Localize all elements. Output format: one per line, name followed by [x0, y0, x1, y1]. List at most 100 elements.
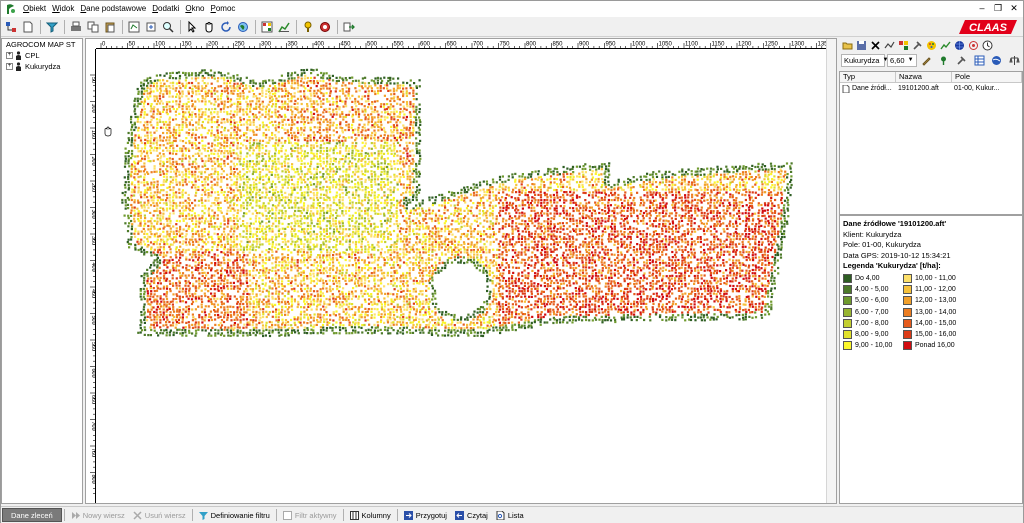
- read-button[interactable]: Czytaj: [451, 508, 492, 522]
- read-icon: [454, 510, 464, 520]
- restore-button[interactable]: ❐: [991, 2, 1005, 14]
- menu-dane-podstawowe[interactable]: Dane podstawowe: [77, 1, 149, 17]
- ruler-label: 900: [579, 42, 590, 48]
- tab-dane-zlecen[interactable]: Dane zleceń: [2, 508, 62, 522]
- legend-swatch: [903, 284, 912, 294]
- new-row-button[interactable]: Nowy wiersz: [67, 508, 129, 522]
- crop-select[interactable]: Kukurydza ▼: [841, 53, 888, 67]
- new-document-icon[interactable]: [20, 19, 36, 35]
- right-panel: Kukurydza ▼ 6,60 ▼ Typ Nazwa Pole Dane ź…: [839, 38, 1023, 504]
- clock-icon[interactable]: [981, 39, 994, 52]
- cell-text: Dane źródł...: [852, 85, 892, 92]
- list-icon: [496, 510, 505, 520]
- tree-root[interactable]: AGROCOM MAP ST: [2, 39, 82, 50]
- tree-item-label: Kukurydza: [25, 62, 61, 71]
- yield-points-layer: [121, 68, 793, 338]
- legend-entry: 11,00 - 12,00: [903, 284, 963, 295]
- legend-entry: 14,00 - 15,00: [903, 318, 963, 329]
- ruler-label: 250: [235, 42, 246, 48]
- expand-icon[interactable]: +: [6, 63, 13, 70]
- tools-icon[interactable]: [911, 39, 924, 52]
- ruler-label: 350: [288, 42, 299, 48]
- globe-icon[interactable]: [953, 39, 966, 52]
- hand-pan-icon[interactable]: [201, 19, 217, 35]
- export-icon[interactable]: [341, 19, 357, 35]
- legend-entry: 4,00 - 5,00: [843, 284, 903, 295]
- menu-pomoc[interactable]: Pomoc: [208, 1, 239, 17]
- delete-icon[interactable]: [869, 39, 882, 52]
- tools-icon[interactable]: [954, 52, 969, 68]
- save-icon[interactable]: [855, 39, 868, 52]
- map-page-icon[interactable]: [126, 19, 142, 35]
- copy-icon[interactable]: [85, 19, 101, 35]
- toolbar-separator: [63, 509, 65, 521]
- pin-icon[interactable]: [937, 52, 952, 68]
- palette-icon[interactable]: [925, 39, 938, 52]
- legend-column-right: 10,00 - 11,00 11,00 - 12,00 12,00 - 13,00 1…: [903, 273, 963, 352]
- expand-icon[interactable]: +: [6, 52, 13, 59]
- print-icon[interactable]: [68, 19, 84, 35]
- legend-swatch: [843, 284, 852, 294]
- ruler-label: 450: [341, 42, 352, 48]
- tree-item-kukurydza[interactable]: + Kukurydza: [2, 61, 82, 72]
- grid-map-icon[interactable]: [259, 19, 275, 35]
- legend-entry: 6,00 - 7,00: [843, 306, 903, 317]
- chevron-down-icon: ▼: [907, 56, 914, 63]
- refresh-icon[interactable]: [218, 19, 234, 35]
- open-folder-icon[interactable]: [841, 39, 854, 52]
- chart-icon[interactable]: [276, 19, 292, 35]
- button-label: Kolumny: [361, 510, 391, 520]
- pointer-icon[interactable]: [184, 19, 200, 35]
- chart-icon[interactable]: [939, 39, 952, 52]
- define-filter-button[interactable]: Definiowanie filtru: [195, 508, 274, 522]
- scale-icon[interactable]: [1007, 52, 1022, 68]
- legend-swatch: [903, 273, 912, 283]
- project-tree-panel: AGROCOM MAP ST + CPL + Kukurydza: [1, 38, 83, 504]
- value-select[interactable]: 6,60 ▼: [887, 53, 917, 67]
- sampling-icon[interactable]: [897, 39, 910, 52]
- menu-obiekt[interactable]: Obiekt: [20, 1, 49, 17]
- help-icon[interactable]: [300, 19, 316, 35]
- column-header-typ[interactable]: Typ: [840, 72, 896, 82]
- ruler-label: 1250: [765, 42, 779, 48]
- ruler-label: 550: [90, 342, 96, 351]
- minimize-button[interactable]: –: [975, 2, 989, 14]
- combine-icon[interactable]: [883, 39, 896, 52]
- table-icon[interactable]: [972, 52, 987, 68]
- table-row[interactable]: Dane źródł... 19101200.aft 01-00, Kukur.…: [840, 83, 1022, 94]
- legend-title: Legenda 'Kukurydza' [t/ha]:: [843, 261, 941, 270]
- zoom-icon[interactable]: [160, 19, 176, 35]
- legend-panel: Dane źródłowe '19101200.aft' Klient: Kuk…: [839, 215, 1023, 504]
- map-vertical-scrollbar[interactable]: [826, 39, 836, 503]
- prepare-button[interactable]: Przygotuj: [400, 508, 451, 522]
- edit-icon[interactable]: [919, 52, 934, 68]
- paste-icon[interactable]: [102, 19, 118, 35]
- legend-label: 8,00 - 9,00: [855, 331, 889, 339]
- globe-icon[interactable]: [990, 52, 1005, 68]
- button-label: Definiowanie filtru: [210, 510, 270, 520]
- globe-icon[interactable]: [235, 19, 251, 35]
- list-button[interactable]: Lista: [492, 508, 528, 522]
- source-data-table: Typ Nazwa Pole Dane źródł... 19101200.af…: [839, 71, 1023, 215]
- menu-dodatki[interactable]: Dodatki: [149, 1, 182, 17]
- close-button[interactable]: ✕: [1007, 2, 1021, 14]
- filter-icon[interactable]: [44, 19, 60, 35]
- tree-view-icon[interactable]: [3, 19, 19, 35]
- ruler-label: 250: [90, 183, 96, 192]
- map-view[interactable]: 0 50 100 150 200 250 300 350 400 450 500 550 600 650 7…: [85, 38, 837, 504]
- tree-item-cpl[interactable]: + CPL: [2, 50, 82, 61]
- yield-map-canvas[interactable]: [97, 50, 827, 502]
- toolbar-separator: [40, 19, 41, 34]
- column-header-pole[interactable]: Pole: [952, 72, 1022, 82]
- layers-icon[interactable]: [143, 19, 159, 35]
- delete-row-button[interactable]: Usuń wiersz: [129, 508, 190, 522]
- menu-widok[interactable]: Widok: [49, 1, 77, 17]
- legend-data-gps: Data GPS: 2019-10-12 15:34:21: [843, 250, 951, 260]
- network-icon[interactable]: [967, 39, 980, 52]
- legend-swatch: [903, 330, 912, 340]
- record-icon[interactable]: [317, 19, 333, 35]
- columns-button[interactable]: Kolumny: [346, 508, 395, 522]
- menu-okno[interactable]: Okno: [182, 1, 207, 17]
- filter-active-checkbox[interactable]: Filtr aktywny: [279, 508, 341, 522]
- column-header-nazwa[interactable]: Nazwa: [896, 72, 952, 82]
